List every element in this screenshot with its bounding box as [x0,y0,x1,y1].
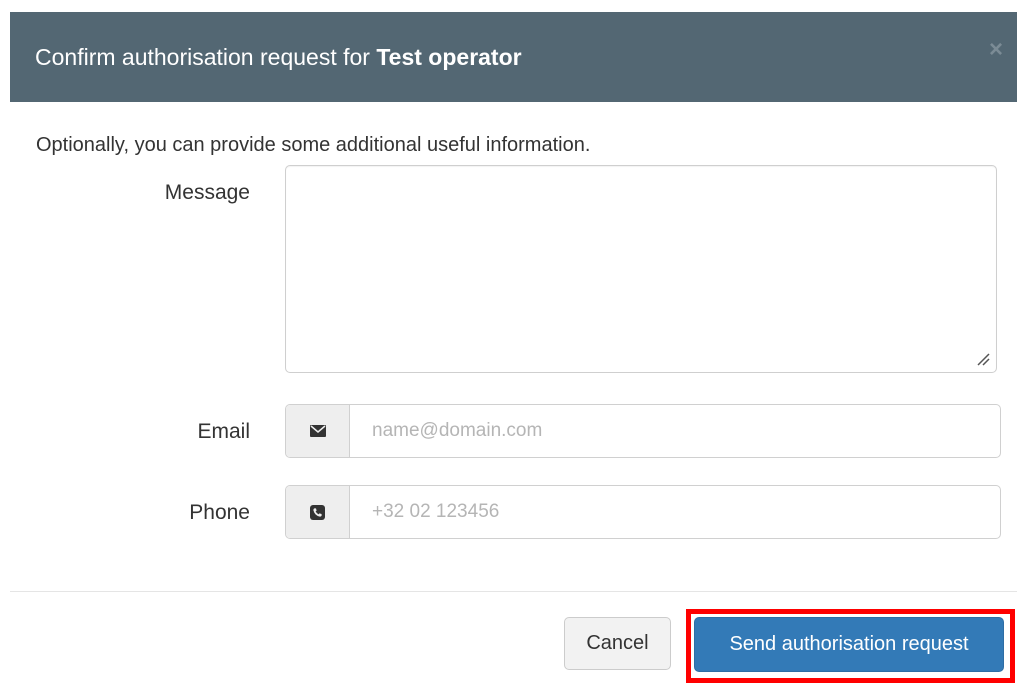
email-input-group [285,404,1001,458]
email-field[interactable] [350,405,1000,457]
intro-text: Optionally, you can provide some additio… [36,134,591,156]
dialog-title: Confirm authorisation request for Test o… [35,43,522,71]
close-icon[interactable]: × [989,38,1003,62]
phone-field[interactable] [350,486,1000,538]
message-label: Message [164,181,250,204]
dialog-title-prefix: Confirm authorisation request for [35,44,370,70]
phone-icon [310,504,325,520]
email-label: Email [197,420,250,443]
cancel-button[interactable]: Cancel [564,617,671,670]
phone-label: Phone [189,501,250,524]
send-authorisation-request-button[interactable]: Send authorisation request [694,617,1004,672]
email-addon [286,405,350,457]
dialog-title-subject: Test operator [376,44,522,70]
footer-divider [10,591,1017,592]
envelope-icon [309,425,326,437]
resize-grip-icon[interactable] [976,352,990,366]
dialog-header: Confirm authorisation request for Test o… [10,12,1017,102]
phone-addon [286,486,350,538]
message-textarea[interactable] [285,165,997,373]
phone-input-group [285,485,1001,539]
